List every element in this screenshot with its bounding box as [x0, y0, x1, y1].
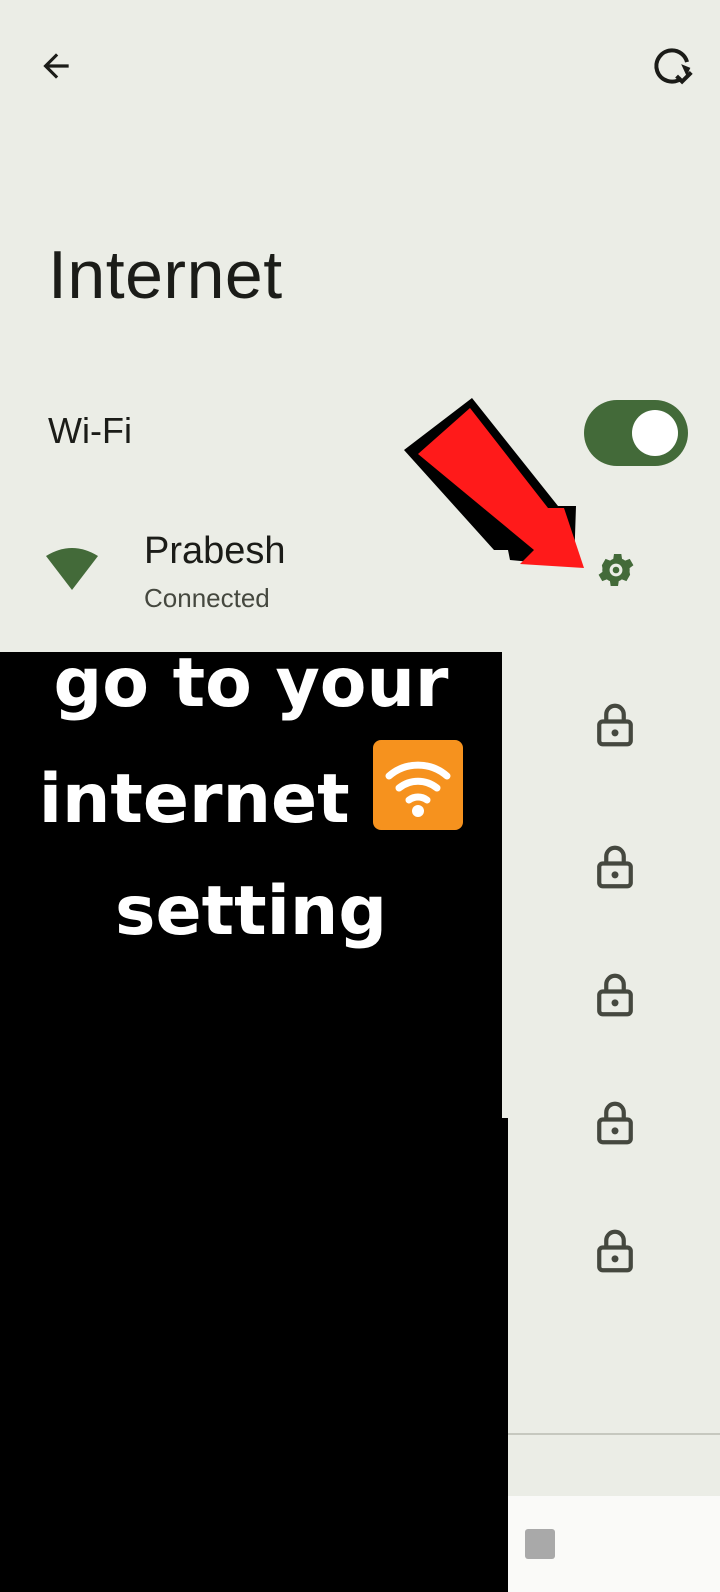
red-arrow-annotation [404, 398, 584, 568]
recents-button[interactable] [525, 1529, 555, 1559]
page-title: Internet [48, 237, 283, 313]
caption-line-1: go to your [53, 644, 449, 723]
wifi-toggle[interactable] [584, 400, 688, 466]
network-name[interactable]: Prabesh [144, 530, 286, 573]
caption-line-3: setting [115, 872, 387, 951]
gear-icon [598, 554, 634, 586]
network-status: Connected [144, 583, 270, 613]
network-reset-icon [654, 48, 693, 85]
overlay-caption: go to your internet setting [0, 628, 502, 968]
wifi-emoji [373, 740, 464, 830]
toggle-knob [632, 410, 678, 456]
network-reset-button[interactable] [640, 34, 704, 98]
lock-icon[interactable] [594, 1228, 636, 1274]
lock-icon[interactable] [594, 844, 636, 890]
wifi-label: Wi-Fi [48, 410, 132, 451]
caption-line-2: internet [0, 740, 502, 856]
lock-icon[interactable] [594, 972, 636, 1018]
wifi-signal-icon [46, 548, 98, 595]
lock-icon[interactable] [594, 702, 636, 748]
back-button[interactable] [24, 34, 88, 98]
overlay-panel-lower [0, 1118, 508, 1592]
lock-icon[interactable] [594, 1100, 636, 1146]
arrow-back-icon [43, 53, 69, 79]
divider [502, 1433, 720, 1435]
